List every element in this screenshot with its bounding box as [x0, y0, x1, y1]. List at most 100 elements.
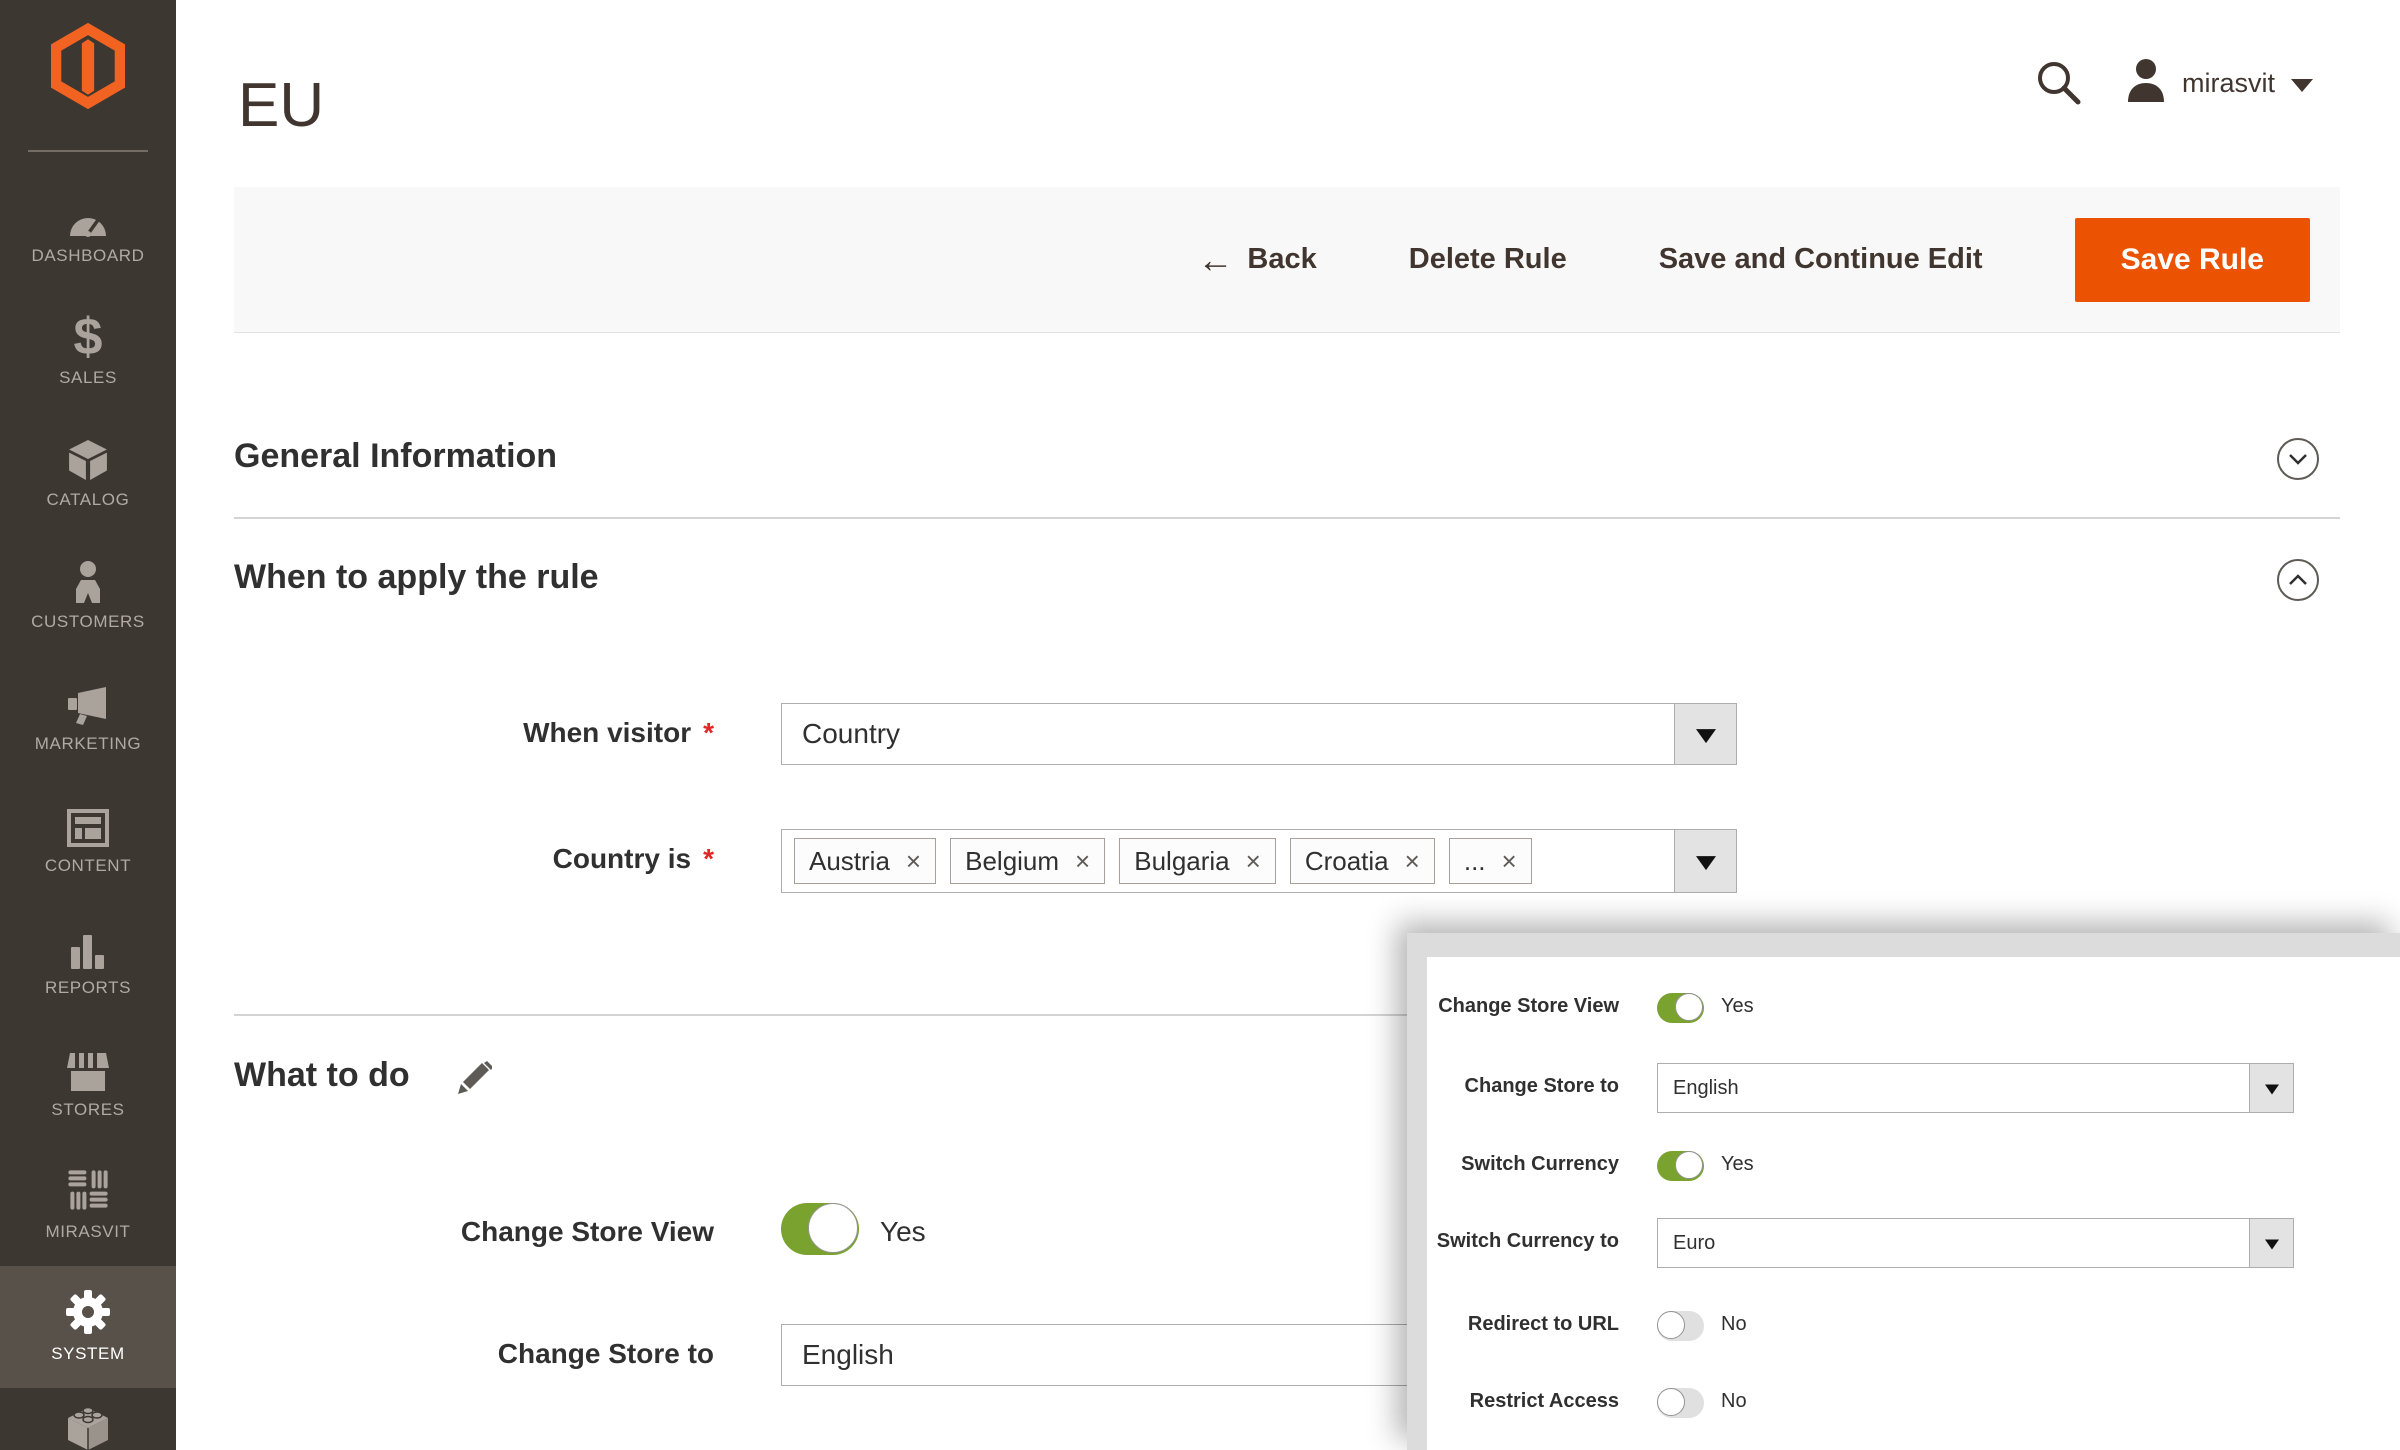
- toggle-knob: [1675, 993, 1703, 1021]
- country-tag: Belgium ×: [950, 838, 1105, 884]
- country-is-label: Country is*: [314, 843, 714, 875]
- toggle-knob: [808, 1203, 858, 1253]
- sidebar-item-stores[interactable]: STORES: [0, 1022, 176, 1144]
- overlay-change-store-view-toggle[interactable]: [1657, 993, 1704, 1023]
- overlay-switch-currency-to-select[interactable]: Euro: [1657, 1218, 2294, 1268]
- required-mark: *: [703, 717, 714, 748]
- overlay-redirect-to-url-toggle[interactable]: [1657, 1311, 1704, 1341]
- remove-tag-icon[interactable]: ×: [1075, 848, 1090, 874]
- what-to-do-preview-overlay: Change Store View Yes Change Store to En…: [1407, 933, 2400, 1450]
- sales-icon: $: [74, 315, 103, 359]
- sidebar: DASHBOARD $ SALES CATALOG: [0, 0, 176, 1450]
- toggle-knob: [1675, 1151, 1703, 1179]
- sidebar-item-label: MARKETING: [35, 734, 141, 754]
- sidebar-item-label: STORES: [51, 1100, 124, 1120]
- remove-tag-icon[interactable]: ×: [1405, 848, 1420, 874]
- marketing-icon: [66, 681, 110, 725]
- catalog-icon: [67, 437, 109, 481]
- back-arrow-icon: ←: [1197, 245, 1233, 275]
- customers-icon: [68, 559, 108, 603]
- section-title-when-to-apply: When to apply the rule: [234, 558, 599, 597]
- section-title-general-information: General Information: [234, 437, 557, 476]
- edit-pencil-icon[interactable]: [458, 1060, 492, 1094]
- overlay-switch-currency-label: Switch Currency: [1407, 1153, 1619, 1176]
- sidebar-item-mirasvit[interactable]: MIRASVIT: [0, 1144, 176, 1266]
- sidebar-item-extensions[interactable]: [0, 1400, 176, 1450]
- country-is-multiselect[interactable]: Austria × Belgium × Bulgaria × Croatia ×…: [781, 829, 1737, 893]
- when-visitor-select[interactable]: Country: [781, 703, 1737, 765]
- sidebar-item-catalog[interactable]: CATALOG: [0, 412, 176, 534]
- country-tag: Bulgaria ×: [1119, 838, 1276, 884]
- sidebar-item-system[interactable]: SYSTEM: [0, 1266, 176, 1388]
- country-tag-more: ... ×: [1449, 838, 1532, 884]
- user-avatar-icon: [2126, 58, 2166, 109]
- dropdown-arrow-icon[interactable]: [2249, 1219, 2293, 1267]
- change-store-to-value: English: [802, 1325, 894, 1385]
- overlay-switch-currency-state: Yes: [1721, 1153, 1754, 1176]
- overlay-change-store-view-state: Yes: [1721, 995, 1754, 1018]
- page-actions-toolbar: ← Back Delete Rule Save and Continue Edi…: [234, 187, 2340, 333]
- overlay-restrict-access-state: No: [1721, 1390, 1747, 1413]
- remove-tag-icon[interactable]: ×: [1246, 848, 1261, 874]
- dashboard-icon: [66, 193, 110, 237]
- required-mark: *: [703, 843, 714, 874]
- overlay-restrict-access-toggle[interactable]: [1657, 1388, 1704, 1418]
- collapse-toggle-when[interactable]: [2276, 558, 2320, 602]
- toggle-knob: [1657, 1388, 1685, 1416]
- lego-brick-icon: [64, 1400, 112, 1450]
- overlay-change-store-view-label: Change Store View: [1407, 995, 1619, 1018]
- sidebar-item-content[interactable]: CONTENT: [0, 778, 176, 900]
- dropdown-arrow-icon[interactable]: [1674, 704, 1736, 764]
- overlay-redirect-to-url-label: Redirect to URL: [1407, 1313, 1619, 1336]
- sidebar-item-marketing[interactable]: MARKETING: [0, 656, 176, 778]
- sidebar-item-label: SALES: [59, 368, 117, 388]
- sidebar-item-reports[interactable]: REPORTS: [0, 900, 176, 1022]
- overlay-redirect-to-url-state: No: [1721, 1313, 1747, 1336]
- change-store-view-state: Yes: [880, 1216, 926, 1248]
- stores-icon: [66, 1047, 110, 1091]
- sidebar-item-label: MIRASVIT: [45, 1222, 130, 1242]
- remove-tag-icon[interactable]: ×: [906, 848, 921, 874]
- save-and-continue-button[interactable]: Save and Continue Edit: [1659, 243, 1983, 276]
- user-menu[interactable]: mirasvit: [2126, 58, 2313, 109]
- content-icon: [67, 803, 109, 847]
- main-content: EU mirasvit ← Back Delete Rule: [176, 0, 2400, 1450]
- dropdown-arrow-icon[interactable]: [2249, 1064, 2293, 1112]
- search-icon[interactable]: [2034, 58, 2084, 108]
- chevron-down-icon: [2291, 79, 2313, 92]
- sidebar-item-label: CONTENT: [45, 856, 131, 876]
- sidebar-item-sales[interactable]: $ SALES: [0, 290, 176, 412]
- delete-rule-button[interactable]: Delete Rule: [1409, 243, 1567, 276]
- dropdown-arrow-icon[interactable]: [1674, 830, 1736, 892]
- change-store-view-label: Change Store View: [314, 1216, 714, 1248]
- sidebar-nav: DASHBOARD $ SALES CATALOG: [0, 168, 176, 1388]
- sidebar-item-label: REPORTS: [45, 978, 131, 998]
- save-rule-button[interactable]: Save Rule: [2075, 218, 2310, 302]
- collapse-toggle-general[interactable]: [2276, 437, 2320, 481]
- sidebar-item-label: CATALOG: [47, 490, 130, 510]
- sidebar-item-label: SYSTEM: [51, 1344, 125, 1364]
- section-title-what-to-do: What to do: [234, 1056, 410, 1095]
- system-gear-icon: [65, 1291, 111, 1335]
- username: mirasvit: [2182, 68, 2275, 99]
- country-tag: Austria ×: [794, 838, 936, 884]
- overlay-switch-currency-toggle[interactable]: [1657, 1151, 1704, 1181]
- overlay-panel: [1427, 957, 2400, 1450]
- mirasvit-icon: [65, 1169, 111, 1213]
- sidebar-item-customers[interactable]: CUSTOMERS: [0, 534, 176, 656]
- remove-tag-icon[interactable]: ×: [1502, 848, 1517, 874]
- sidebar-item-dashboard[interactable]: DASHBOARD: [0, 168, 176, 290]
- overlay-change-store-to-select[interactable]: English: [1657, 1063, 2294, 1113]
- toggle-knob: [1657, 1311, 1685, 1339]
- back-button[interactable]: ← Back: [1197, 243, 1316, 276]
- overlay-switch-currency-to-value: Euro: [1673, 1219, 1715, 1267]
- sidebar-divider: [28, 150, 148, 152]
- overlay-change-store-to-value: English: [1673, 1064, 1739, 1112]
- magento-logo-icon[interactable]: [0, 22, 176, 110]
- change-store-view-toggle[interactable]: [781, 1203, 859, 1255]
- magento-admin-screen: DASHBOARD $ SALES CATALOG: [0, 0, 2400, 1450]
- overlay-restrict-access-label: Restrict Access: [1407, 1390, 1619, 1413]
- sidebar-item-label: CUSTOMERS: [31, 612, 145, 632]
- reports-icon: [68, 925, 108, 969]
- page-title: EU: [238, 70, 324, 141]
